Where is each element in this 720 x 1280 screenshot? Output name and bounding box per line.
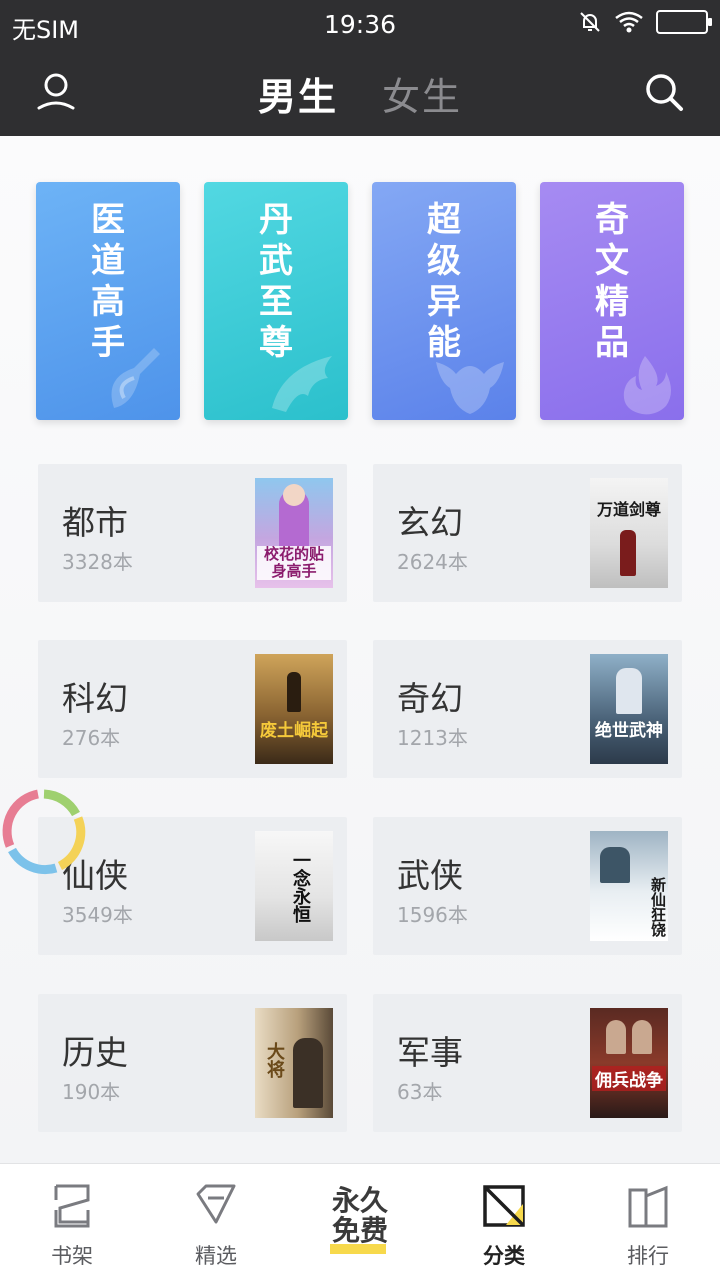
cover-title: 绝世武神 [595, 721, 663, 741]
cover-title: 万道剑尊 [596, 500, 661, 519]
status-bar: 无SIM 19:36 [0, 0, 720, 50]
featured-char: 超 [427, 200, 461, 240]
category-card-wuxia[interactable]: 武侠 1596本 新仙狂饶 [373, 817, 682, 955]
book-cover: 校花的贴身高手 [255, 478, 333, 588]
featured-char: 丹 [259, 200, 293, 240]
category-name: 武侠 [397, 856, 463, 895]
wifi-icon [615, 11, 643, 33]
featured-card-medicine[interactable]: 医 道 高 手 [36, 182, 180, 420]
featured-char: 级 [427, 241, 461, 281]
featured-char: 异 [427, 282, 461, 322]
top-header: 男生 女生 [0, 50, 720, 136]
category-count: 3549本 [62, 903, 133, 927]
cover-title: 佣兵战争 [592, 1066, 666, 1091]
featured-card-superpower[interactable]: 超 级 异 能 [372, 182, 516, 420]
category-count: 190本 [62, 1080, 121, 1104]
category-name: 都市 [62, 503, 128, 542]
book-cover: 新仙狂饶 [590, 831, 668, 941]
nav-ranking[interactable]: 排行 [576, 1164, 720, 1280]
featured-card-fantasy[interactable]: 奇 文 精 品 [540, 182, 684, 420]
category-name: 历史 [62, 1033, 128, 1072]
category-card-history[interactable]: 历史 190本 大将 [38, 994, 347, 1132]
app-root: 无SIM 19:36 男生 女生 医 道 高 手 丹 武 至 尊 超 级 异 能… [0, 0, 720, 1280]
nav-featured[interactable]: 精选 [144, 1164, 288, 1280]
cover-title: 校花的贴身高手 [257, 546, 331, 580]
nav-bookshelf[interactable]: 书架 [0, 1164, 144, 1280]
category-count: 63本 [397, 1080, 443, 1104]
tab-female[interactable]: 女生 [382, 66, 462, 121]
category-name: 军事 [397, 1033, 463, 1072]
eagle-icon [272, 356, 332, 412]
book-cover: 绝世武神 [590, 654, 668, 764]
category-count: 2624本 [397, 550, 468, 574]
promo-line2: 免费 [331, 1214, 388, 1247]
featured-title: 丹 武 至 尊 [204, 200, 348, 364]
nav-free-promo[interactable]: 永久 免费 [288, 1164, 432, 1280]
bookshelf-icon [54, 1184, 90, 1228]
category-card-military[interactable]: 军事 63本 佣兵战争 [373, 994, 682, 1132]
cover-title: 一念永恒 [290, 851, 311, 923]
cover-figure [616, 668, 642, 714]
search-icon[interactable] [642, 70, 686, 114]
book-cover: 万道剑尊 [590, 478, 668, 588]
featured-icon [196, 1184, 236, 1224]
status-icons [578, 10, 712, 34]
nav-category[interactable]: 分类 [432, 1164, 576, 1280]
cover-figure [632, 1020, 652, 1054]
category-count: 1213本 [397, 726, 468, 750]
featured-char: 武 [259, 241, 293, 281]
category-count: 276本 [62, 726, 121, 750]
cover-figure [283, 484, 305, 506]
category-card-xuanhuan[interactable]: 玄幻 2624本 万道剑尊 [373, 464, 682, 602]
featured-char: 高 [91, 282, 125, 322]
featured-char: 文 [595, 241, 629, 281]
cover-title: 废土崛起 [260, 721, 328, 741]
featured-title: 超 级 异 能 [372, 200, 516, 364]
category-name: 科幻 [62, 679, 128, 718]
ranking-icon [628, 1185, 668, 1228]
book-cover: 废土崛起 [255, 654, 333, 764]
bottom-nav: 书架 精选 永久 免费 分类 排行 [0, 1163, 720, 1280]
category-name: 玄幻 [397, 503, 463, 542]
helmet-icon [436, 362, 504, 414]
category-name: 奇幻 [397, 679, 463, 718]
nav-label: 分类 [483, 1244, 525, 1268]
featured-char: 至 [259, 282, 293, 322]
gender-tabs: 男生 女生 [0, 50, 720, 136]
featured-char: 道 [91, 241, 125, 281]
cover-title: 大将 [264, 1042, 285, 1078]
nav-label: 书架 [51, 1244, 93, 1268]
book-cover: 大将 [255, 1008, 333, 1118]
category-card-fantasy[interactable]: 奇幻 1213本 绝世武神 [373, 640, 682, 778]
mute-bell-icon [580, 12, 600, 32]
category-content: 医 道 高 手 丹 武 至 尊 超 级 异 能 奇 文 精 品 都市 3328本… [0, 136, 720, 1163]
sword-icon [111, 348, 160, 408]
cover-figure [606, 1020, 626, 1054]
category-count: 3328本 [62, 550, 133, 574]
featured-char: 奇 [595, 200, 629, 240]
book-cover: 一念永恒 [255, 831, 333, 941]
floating-ring-icon[interactable] [0, 786, 90, 878]
battery-icon [656, 10, 712, 34]
book-cover: 佣兵战争 [590, 1008, 668, 1118]
nav-label: 排行 [627, 1244, 669, 1268]
promo-line1: 永久 [331, 1184, 388, 1217]
flame-icon [623, 356, 671, 415]
category-icon [483, 1185, 525, 1227]
nav-label: 精选 [195, 1244, 237, 1268]
category-card-urban[interactable]: 都市 3328本 校花的贴身高手 [38, 464, 347, 602]
cover-figure [287, 672, 301, 712]
featured-char: 精 [595, 282, 629, 322]
featured-card-martial[interactable]: 丹 武 至 尊 [204, 182, 348, 420]
tab-male[interactable]: 男生 [258, 66, 338, 121]
cover-figure [293, 1038, 323, 1108]
cover-figure [620, 530, 636, 576]
featured-char: 医 [91, 200, 125, 240]
promo-badge: 永久 免费 [324, 1182, 396, 1264]
category-card-scifi[interactable]: 科幻 276本 废土崛起 [38, 640, 347, 778]
cover-figure [600, 847, 630, 883]
category-count: 1596本 [397, 903, 468, 927]
featured-title: 奇 文 精 品 [540, 200, 684, 364]
cover-title: 新仙狂饶 [649, 877, 667, 937]
